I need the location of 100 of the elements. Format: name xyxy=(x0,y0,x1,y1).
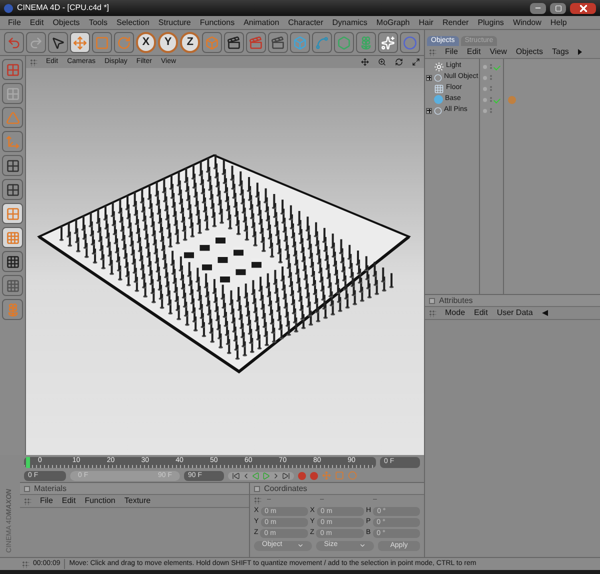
menu-item[interactable]: File xyxy=(40,495,53,507)
model-mode-button[interactable] xyxy=(2,107,23,128)
panel-toggle-icon xyxy=(429,298,435,304)
menu-item[interactable]: Plugins xyxy=(478,16,504,28)
panel-toggle-icon xyxy=(24,486,30,492)
close-icon xyxy=(580,4,586,12)
expand-icon[interactable] xyxy=(426,74,432,80)
menu-item[interactable]: Edit xyxy=(62,495,76,507)
texture-mode-button[interactable] xyxy=(2,251,23,272)
menu-item[interactable]: MoGraph xyxy=(376,16,410,28)
axis-cube-icon xyxy=(205,36,220,50)
orbit-icon[interactable] xyxy=(395,58,403,66)
menu-item[interactable]: Dynamics xyxy=(332,16,368,28)
minimize-button[interactable] xyxy=(530,2,546,14)
edges-mode-button[interactable] xyxy=(2,179,23,200)
last-frame-icon[interactable] xyxy=(282,472,290,480)
texture-axis-button[interactable] xyxy=(2,275,23,296)
maximize-button[interactable] xyxy=(550,2,566,14)
panel-toggle-icon xyxy=(254,486,260,492)
axis-button[interactable]: X xyxy=(136,32,156,53)
render-settings-button[interactable] xyxy=(268,32,288,53)
menu-item[interactable]: Texture xyxy=(124,495,151,507)
first-frame-icon[interactable] xyxy=(232,472,240,480)
menu-item[interactable]: View xyxy=(490,46,507,58)
pan-icon[interactable] xyxy=(361,58,369,66)
next-frame-icon[interactable] xyxy=(272,472,280,480)
menu-item[interactable]: Character xyxy=(288,16,324,28)
menu-item[interactable]: Help xyxy=(550,16,567,28)
menu-item[interactable]: Functions xyxy=(200,16,235,28)
menu-item[interactable]: Tags xyxy=(552,46,569,58)
sculpt-button[interactable] xyxy=(2,299,23,320)
light-icon xyxy=(434,62,444,72)
menu-item[interactable]: Hair xyxy=(418,16,434,28)
floor-icon xyxy=(434,84,444,94)
menu-item[interactable]: Animation xyxy=(244,16,280,28)
square-icon xyxy=(94,36,109,50)
polygons-icon xyxy=(6,206,20,220)
menu-item[interactable]: Objects xyxy=(516,46,544,58)
expand-icon[interactable] xyxy=(426,108,432,114)
menu-item[interactable]: Window xyxy=(512,16,542,28)
clapperboard-icon xyxy=(227,36,242,50)
points-mode-button[interactable] xyxy=(2,155,23,176)
menu-item[interactable]: Structure xyxy=(158,16,191,28)
select-button[interactable] xyxy=(48,32,68,53)
caret-icon xyxy=(297,542,304,549)
panel-title: Materials xyxy=(34,482,66,494)
maximize-view-icon[interactable] xyxy=(412,58,420,66)
coordinate-button[interactable] xyxy=(202,32,222,53)
menu-item[interactable]: User Data xyxy=(496,307,533,319)
edges-icon xyxy=(6,182,20,196)
autokey-icon[interactable] xyxy=(310,472,318,480)
scale-button[interactable] xyxy=(92,32,112,53)
redo-button[interactable] xyxy=(26,32,46,53)
cube-button[interactable] xyxy=(290,32,310,53)
more-icon[interactable] xyxy=(578,49,582,55)
triangle-icon xyxy=(6,110,20,124)
keyframe-move-icon[interactable] xyxy=(322,471,331,480)
view-layout-button[interactable] xyxy=(2,59,23,80)
app-icon xyxy=(4,4,13,12)
menu-item[interactable]: Function xyxy=(84,495,116,507)
spline-button[interactable] xyxy=(312,32,332,53)
axis-button[interactable]: Y xyxy=(158,32,178,53)
grip-icon xyxy=(429,48,436,56)
playhead-marker[interactable] xyxy=(26,456,30,468)
checker-icon xyxy=(6,254,20,268)
menu-item[interactable]: File xyxy=(8,16,21,28)
grip-icon xyxy=(429,310,436,316)
objects-mode-button[interactable] xyxy=(2,83,23,104)
menu-item[interactable]: Render xyxy=(442,16,469,28)
ellipse-icon xyxy=(403,36,418,50)
menu-item[interactable]: Edit xyxy=(466,46,481,58)
menu-item[interactable]: File xyxy=(445,46,458,58)
menu-item[interactable]: Selection xyxy=(116,16,150,28)
rotate-button[interactable] xyxy=(114,32,134,53)
menu-item[interactable]: Edit xyxy=(30,16,44,28)
keyframe-rotate-icon[interactable] xyxy=(348,471,357,480)
panel-title: Coordinates xyxy=(264,482,308,494)
axis-button[interactable]: Z xyxy=(180,32,200,53)
null-object-icon xyxy=(434,74,442,82)
back-arrow-icon[interactable] xyxy=(542,310,548,316)
move-icon xyxy=(72,36,87,50)
menu-item[interactable]: Tools xyxy=(88,16,108,28)
menu-item[interactable]: Edit xyxy=(474,307,488,319)
grid-icon xyxy=(6,86,20,100)
close-button[interactable] xyxy=(570,2,596,14)
polygons-mode-button[interactable] xyxy=(2,203,23,224)
deformer-button[interactable] xyxy=(378,32,398,53)
render-view-button[interactable] xyxy=(224,32,244,53)
record-icon[interactable] xyxy=(298,472,306,480)
window-title: CINEMA 4D - [CPU.c4d *] xyxy=(17,2,110,14)
menu-item[interactable]: Objects xyxy=(52,16,80,28)
undo-button[interactable] xyxy=(4,32,24,53)
keyframe-scale-icon[interactable] xyxy=(335,471,344,480)
zoom-icon[interactable] xyxy=(378,58,386,66)
menu-item[interactable]: Mode xyxy=(445,307,466,319)
object-axis-button[interactable] xyxy=(2,131,23,152)
move-button[interactable] xyxy=(70,32,90,53)
uv-mode-button[interactable] xyxy=(2,227,23,248)
previous-frame-icon[interactable] xyxy=(242,472,250,480)
nurbs-button[interactable] xyxy=(334,32,354,53)
